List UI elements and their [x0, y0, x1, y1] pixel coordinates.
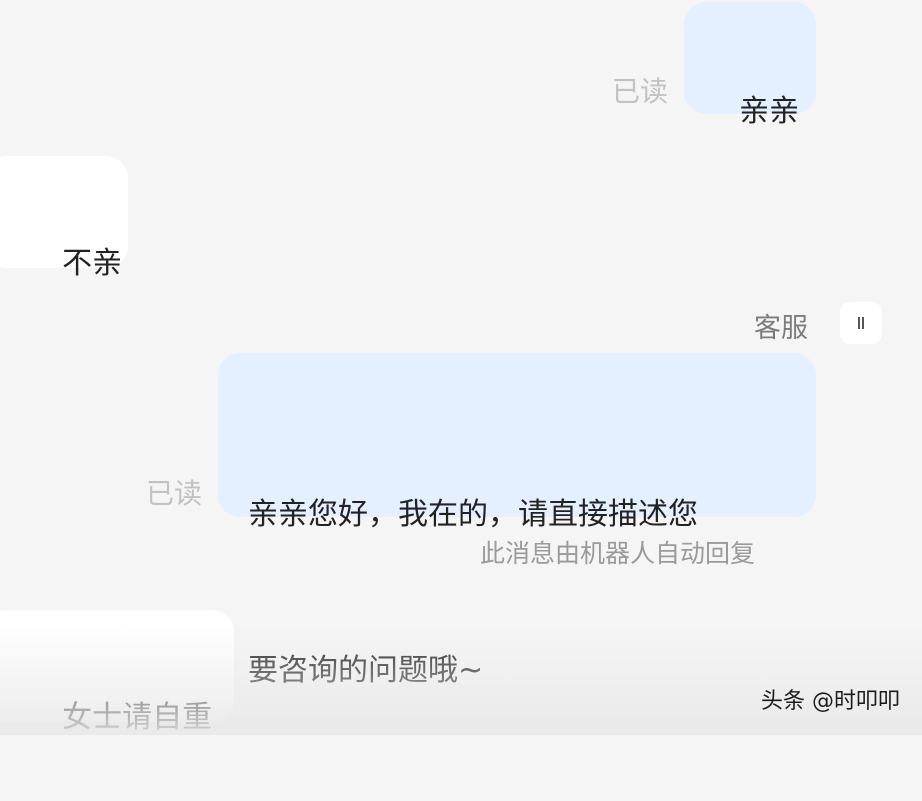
message-text: 不亲	[62, 246, 123, 281]
avatar-icon	[858, 317, 864, 329]
auto-reply-note: 此消息由机器人自动回复	[480, 539, 756, 568]
read-status: 已读	[612, 75, 669, 108]
sender-name: 客服	[754, 313, 808, 344]
avatar[interactable]	[840, 302, 882, 344]
read-status: 已读	[146, 477, 203, 510]
message-bubble-incoming[interactable]: 不亲	[0, 156, 128, 281]
message-text-line: 要咨询的问题哦~	[248, 653, 484, 688]
message-bubble-outgoing[interactable]: 亲亲	[684, 2, 816, 129]
message-text: 亲亲	[739, 94, 800, 129]
message-text: 女士请自重	[62, 700, 213, 735]
chat-area[interactable]: 亲亲 已读 不亲 客服 亲亲您好，我在的，请直接描述您 要咨询的问题哦~ 已读 …	[0, 0, 922, 735]
watermark: 头条 @时叩叩	[761, 689, 900, 714]
message-bubble-outgoing[interactable]: 亲亲您好，我在的，请直接描述您 要咨询的问题哦~	[218, 353, 816, 688]
message-bubble-incoming[interactable]: 女士请自重	[0, 610, 234, 735]
